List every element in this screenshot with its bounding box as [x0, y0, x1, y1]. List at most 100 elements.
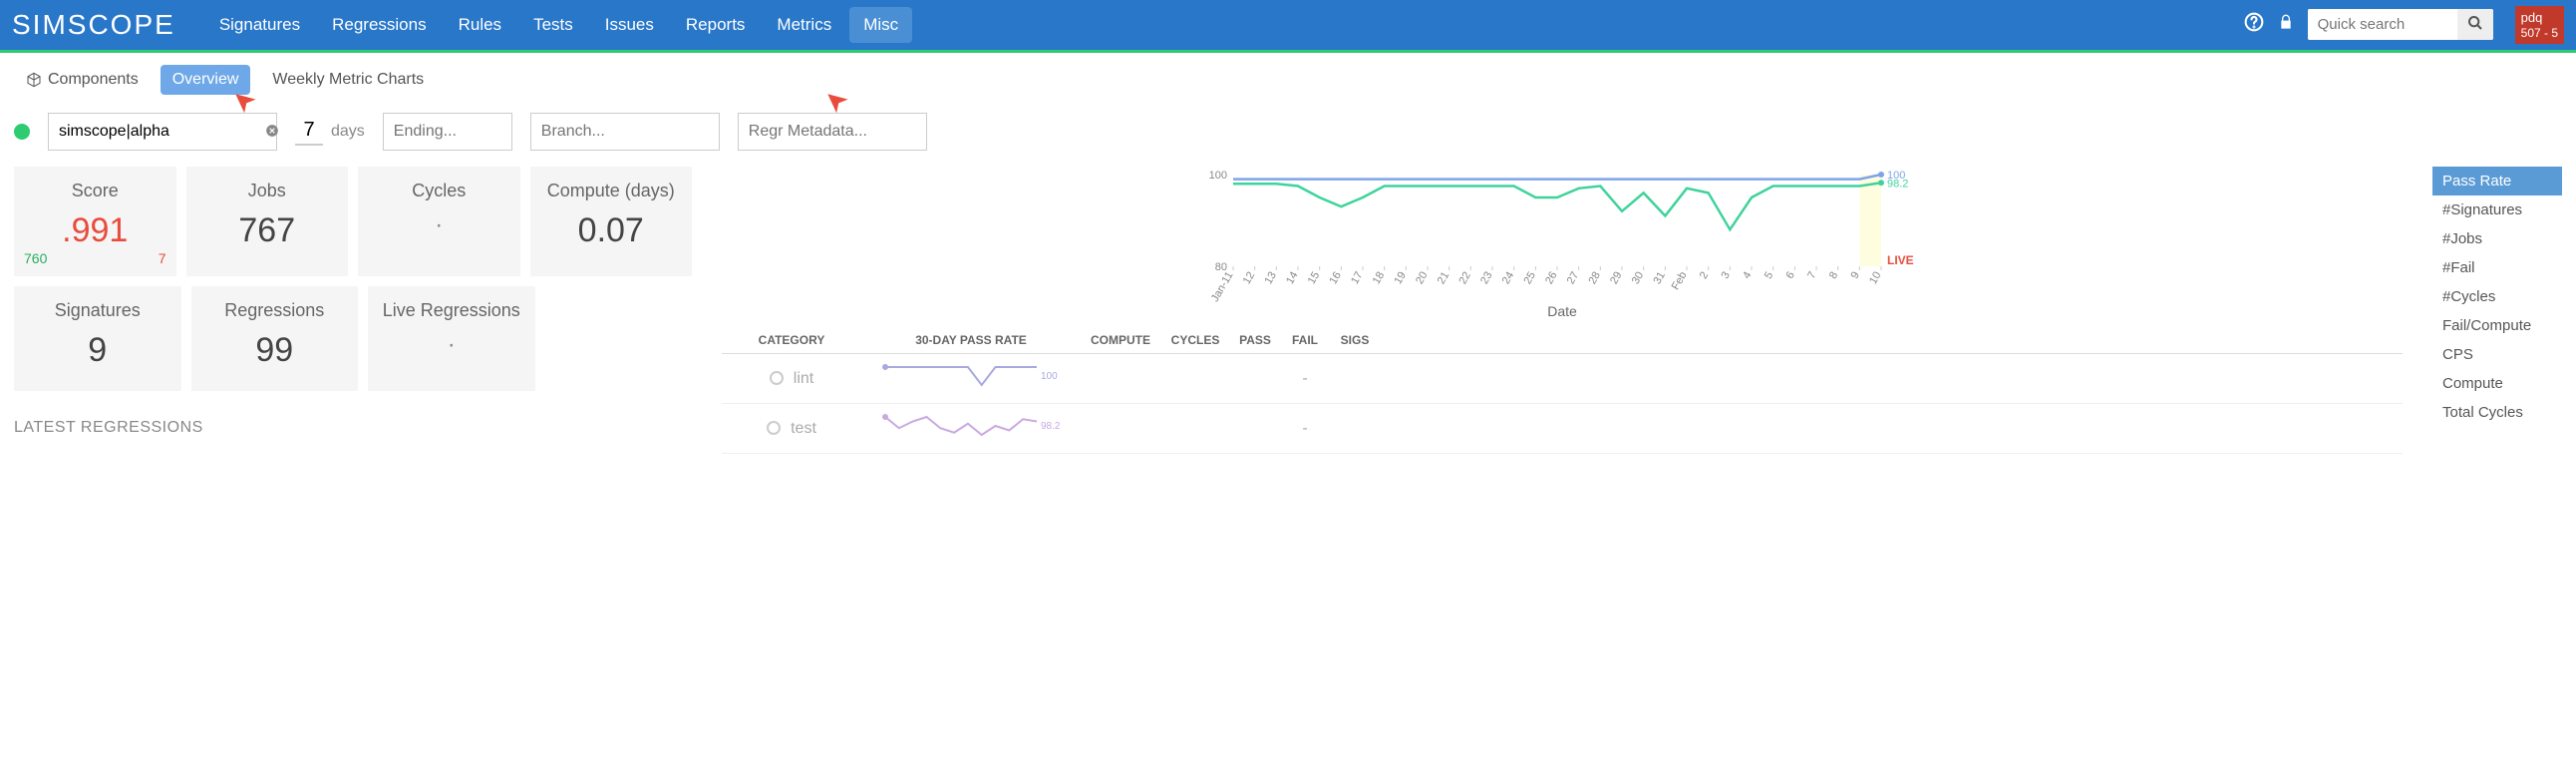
svg-text:17: 17: [1349, 270, 1366, 287]
nav-right: pdq 507 - 5: [2244, 6, 2564, 44]
ending-input[interactable]: [383, 113, 512, 151]
regr-metadata-input[interactable]: [738, 113, 927, 151]
category-name: test: [791, 420, 816, 437]
nav-link-reports[interactable]: Reports: [672, 7, 760, 43]
stat-cycles[interactable]: Cycles ·: [358, 167, 520, 276]
svg-text:27: 27: [1565, 270, 1582, 287]
col-category: CATEGORY: [722, 333, 861, 347]
cube-icon: [26, 72, 42, 88]
subnav-components[interactable]: Components: [14, 65, 151, 95]
stat-title: Compute (days): [547, 181, 675, 201]
logo[interactable]: SIMSCOPE: [12, 9, 175, 41]
pdq-line1: pdq: [2521, 10, 2558, 26]
subnav-overview[interactable]: Overview: [161, 65, 251, 95]
col-sigs: SIGS: [1330, 333, 1380, 347]
table-row[interactable]: lint100-: [722, 354, 2403, 404]
svg-text:25: 25: [1521, 270, 1538, 287]
pdq-badge[interactable]: pdq 507 - 5: [2515, 6, 2564, 44]
col-cycles: CYCLES: [1160, 333, 1230, 347]
metric-total-cycles[interactable]: Total Cycles: [2432, 398, 2562, 427]
stat-value: .991: [62, 211, 128, 250]
col-pass: PASS: [1230, 333, 1280, 347]
table-header: CATEGORY 30-DAY PASS RATE COMPUTE CYCLES…: [722, 333, 2403, 354]
nav-link-regressions[interactable]: Regressions: [318, 7, 441, 43]
stat-regressions[interactable]: Regressions 99: [191, 286, 359, 391]
svg-text:13: 13: [1262, 270, 1279, 287]
metric-cps[interactable]: CPS: [2432, 340, 2562, 369]
svg-text:26: 26: [1543, 270, 1560, 287]
stat-jobs[interactable]: Jobs 767: [186, 167, 349, 276]
metric--cycles[interactable]: #Cycles: [2432, 282, 2562, 311]
metric-fail-compute[interactable]: Fail/Compute: [2432, 311, 2562, 340]
pdq-line2: 507 - 5: [2521, 26, 2558, 40]
table-row[interactable]: test 98.2 -: [722, 404, 2403, 454]
svg-text:10: 10: [1867, 270, 1884, 287]
svg-text:18: 18: [1371, 270, 1388, 287]
nav-link-issues[interactable]: Issues: [591, 7, 668, 43]
svg-text:28: 28: [1586, 270, 1603, 287]
stat-score[interactable]: Score .991 760 7: [14, 167, 176, 276]
main-content: Score .991 760 7 Jobs 767 Cycles · Compu…: [0, 167, 2576, 454]
metric--jobs[interactable]: #Jobs: [2432, 224, 2562, 253]
search-button[interactable]: [2457, 9, 2493, 40]
col-compute: COMPUTE: [1081, 333, 1160, 347]
component-input[interactable]: [59, 123, 265, 141]
nav-link-misc[interactable]: Misc: [849, 7, 912, 43]
svg-text:12: 12: [1241, 270, 1258, 287]
stat-value: 0.07: [578, 211, 644, 250]
svg-text:3: 3: [1719, 270, 1732, 281]
svg-text:7: 7: [1805, 270, 1818, 281]
metric--fail[interactable]: #Fail: [2432, 253, 2562, 282]
stat-title: Jobs: [248, 181, 286, 201]
metric-compute[interactable]: Compute: [2432, 369, 2562, 398]
subnav-weekly-metric-charts[interactable]: Weekly Metric Charts: [260, 65, 436, 95]
svg-text:19: 19: [1392, 270, 1409, 287]
svg-text:20: 20: [1414, 270, 1431, 287]
svg-text:98.2: 98.2: [1041, 421, 1061, 432]
clear-icon[interactable]: [265, 124, 279, 141]
stat-title: Live Regressions: [383, 300, 520, 321]
nav-link-rules[interactable]: Rules: [445, 7, 515, 43]
nav-link-metrics[interactable]: Metrics: [763, 7, 845, 43]
svg-text:5: 5: [1763, 270, 1775, 281]
metric-pass-rate[interactable]: Pass Rate: [2432, 167, 2562, 195]
circle-icon: [770, 371, 784, 385]
search-input[interactable]: [2308, 9, 2457, 40]
lock-icon[interactable]: [2278, 14, 2294, 35]
fail-value: -: [1280, 370, 1330, 388]
pass-rate-chart[interactable]: 80100Jan-1112131415161718192021222324252…: [722, 167, 2403, 306]
svg-text:100: 100: [1209, 170, 1227, 182]
svg-text:29: 29: [1608, 270, 1625, 287]
circle-icon: [767, 421, 781, 435]
svg-text:Jan-11: Jan-11: [1209, 270, 1236, 304]
status-indicator: [14, 124, 30, 140]
help-icon[interactable]: [2244, 12, 2264, 37]
svg-text:100: 100: [1041, 371, 1058, 382]
stat-title: Regressions: [224, 300, 324, 321]
days-input[interactable]: [295, 119, 323, 146]
fail-value: -: [1280, 420, 1330, 438]
stat-compute[interactable]: Compute (days) 0.07: [530, 167, 693, 276]
nav-links: SignaturesRegressionsRulesTestsIssuesRep…: [205, 7, 2244, 43]
svg-text:30: 30: [1630, 270, 1647, 287]
stat-live-regressions[interactable]: Live Regressions ·: [368, 286, 535, 391]
col-spark: 30-DAY PASS RATE: [861, 333, 1081, 347]
nav-link-signatures[interactable]: Signatures: [205, 7, 314, 43]
stat-signatures[interactable]: Signatures 9: [14, 286, 181, 391]
top-nav: SIMSCOPE SignaturesRegressionsRulesTests…: [0, 0, 2576, 50]
component-filter[interactable]: [48, 113, 277, 151]
svg-text:31: 31: [1651, 270, 1668, 287]
svg-text:4: 4: [1741, 270, 1754, 281]
svg-text:21: 21: [1436, 270, 1452, 287]
stat-value: ·: [435, 211, 443, 239]
svg-text:9: 9: [1848, 270, 1861, 281]
svg-text:22: 22: [1456, 270, 1473, 287]
svg-text:15: 15: [1306, 270, 1323, 287]
metric--signatures[interactable]: #Signatures: [2432, 195, 2562, 224]
branch-input[interactable]: [530, 113, 720, 151]
nav-link-tests[interactable]: Tests: [519, 7, 587, 43]
subnav: Components Overview Weekly Metric Charts: [0, 53, 2576, 107]
svg-text:24: 24: [1500, 270, 1517, 287]
stat-title: Score: [72, 181, 119, 201]
col-fail: FAIL: [1280, 333, 1330, 347]
